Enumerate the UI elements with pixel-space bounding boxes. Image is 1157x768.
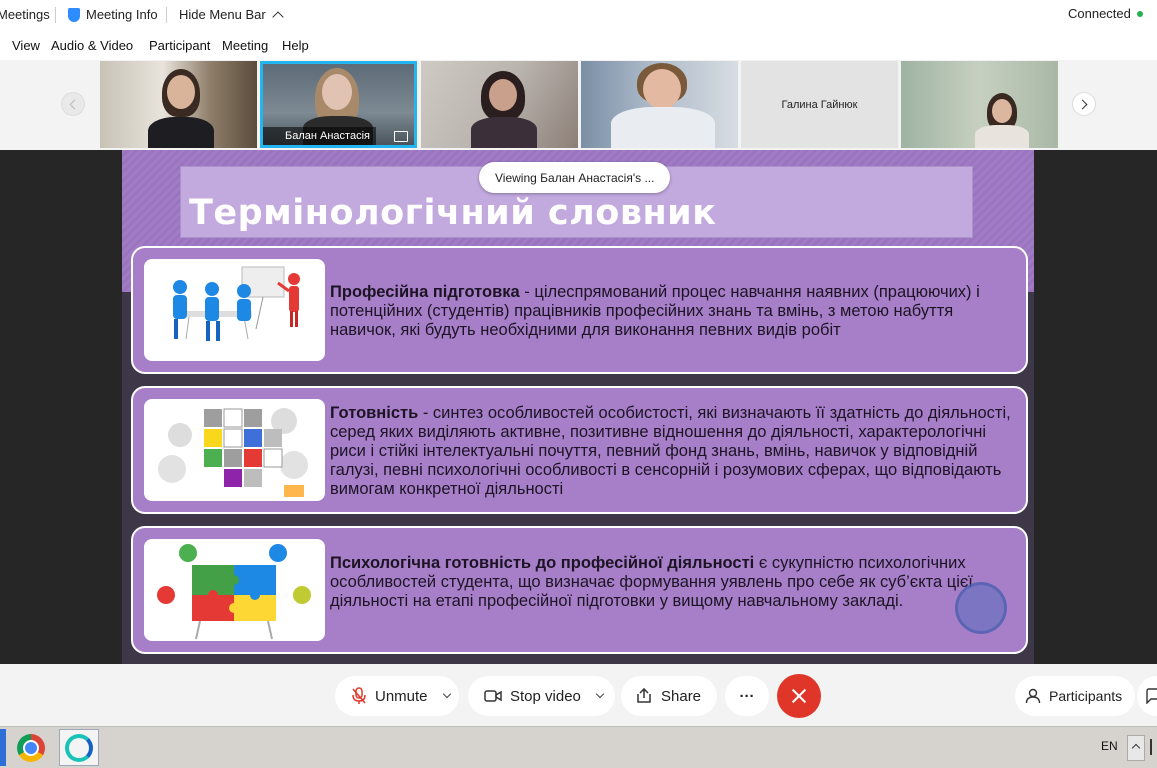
meetings-label: Meetings: [0, 7, 50, 22]
term-definition: Психологічна готовність до професійної д…: [330, 554, 1016, 611]
cube-illustration: [144, 399, 325, 501]
video-thumbnail-strip: Балан Анастасія Галина Гайнюк: [0, 60, 1157, 150]
viewing-share-pill[interactable]: Viewing Балан Анастасія's ...: [479, 162, 671, 193]
cursor-highlight-icon: [955, 582, 1007, 634]
term-text: - синтез особливостей особистості, які в…: [330, 404, 1011, 498]
chrome-icon: [17, 733, 45, 762]
term-definition: Професійна підготовка - цілеспрямований …: [330, 283, 1016, 340]
shared-screen-area: Термінологічний словник Viewing Балан Ан…: [0, 150, 1157, 664]
divider: [166, 7, 167, 23]
term-card: Готовність - синтез особливостей особист…: [131, 386, 1028, 514]
slide-title: Термінологічний словник: [189, 193, 717, 233]
connection-status-label: Connected: [1068, 6, 1131, 21]
status-dot-icon: [1136, 10, 1143, 17]
share-button[interactable]: Share: [621, 676, 717, 716]
chevron-up-icon: [272, 10, 284, 23]
participant-face: [489, 79, 517, 111]
tile-name-label: Балан Анастасія: [263, 127, 376, 145]
participant-body: [611, 107, 715, 148]
os-taskbar: EN: [0, 726, 1157, 768]
chevron-down-icon[interactable]: [442, 689, 451, 699]
more-options-label: ···: [739, 687, 755, 705]
participant-body: [471, 117, 537, 148]
menu-bar: View Audio & Video Participant Meeting H…: [0, 30, 1157, 60]
participant-video-tile[interactable]: Галина Гайнюк: [741, 61, 898, 148]
menu-view[interactable]: View: [12, 38, 40, 53]
stop-video-button[interactable]: Stop video: [468, 676, 615, 716]
menu-participant[interactable]: Participant: [149, 38, 210, 53]
menu-help[interactable]: Help: [282, 38, 309, 53]
presentation-slide: Термінологічний словник Viewing Балан Ан…: [122, 150, 1034, 664]
title-bar: Meetings Meeting Info Hide Menu Bar Conn…: [0, 0, 1157, 30]
puzzle-illustration: [144, 539, 325, 641]
participants-button[interactable]: Participants: [1015, 676, 1135, 716]
taskbar-zoom[interactable]: [59, 729, 99, 766]
puzzle-image: [157, 544, 311, 640]
participant-video-tile[interactable]: [100, 61, 257, 148]
training-illustration: [144, 259, 325, 361]
menu-audio-video[interactable]: Audio & Video: [51, 38, 133, 53]
divider: [55, 7, 56, 23]
term-card: Професійна підготовка - цілеспрямований …: [131, 246, 1028, 374]
unmute-button[interactable]: Unmute: [335, 676, 459, 716]
video-camera-icon: [484, 690, 502, 702]
participant-video-tile[interactable]: [421, 61, 578, 148]
meeting-controls-bar: Unmute Stop video Share ··· Participants: [0, 664, 1157, 726]
participants-icon: [1025, 688, 1041, 704]
input-language[interactable]: EN: [1101, 739, 1118, 753]
term-title: Психологічна готовність до професійної д…: [330, 554, 755, 572]
chevron-left-icon: [69, 99, 80, 109]
meeting-info-button[interactable]: Meeting Info: [68, 7, 158, 22]
taskbar-chrome[interactable]: [11, 729, 51, 766]
meetings-tab[interactable]: Meetings: [0, 7, 50, 22]
term-title: Професійна підготовка: [330, 283, 520, 301]
share-label: Share: [661, 687, 702, 705]
participant-body: [148, 117, 214, 148]
participant-face: [992, 99, 1012, 123]
hide-menu-bar-label: Hide Menu Bar: [179, 7, 266, 22]
more-options-button[interactable]: ···: [725, 676, 769, 716]
term-title: Готовність: [330, 404, 419, 422]
microphone-muted-icon: [352, 687, 366, 704]
participant-face: [643, 69, 681, 109]
participant-video-tile[interactable]: [581, 61, 738, 148]
speaker-icon[interactable]: [1150, 739, 1157, 755]
share-screen-icon: [637, 688, 651, 703]
chevron-right-icon: [1077, 99, 1088, 109]
chevron-down-icon[interactable]: [595, 689, 605, 699]
participant-face: [322, 74, 352, 110]
cube-image: [158, 408, 308, 497]
menu-meeting[interactable]: Meeting: [222, 38, 268, 53]
training-image: [173, 266, 300, 341]
next-page-button[interactable]: [1072, 92, 1096, 116]
chat-icon: [1146, 688, 1157, 704]
zoom-app-icon: [65, 733, 93, 762]
shield-icon: [68, 7, 80, 22]
term-definition: Готовність - синтез особливостей особист…: [330, 404, 1016, 499]
participant-face: [167, 75, 195, 109]
unmute-label: Unmute: [375, 687, 428, 705]
participants-label: Participants: [1049, 688, 1123, 704]
previous-page-button[interactable]: [61, 92, 85, 116]
stop-video-label: Stop video: [510, 687, 581, 705]
tray-expand-button[interactable]: [1127, 735, 1145, 761]
hide-menu-bar-button[interactable]: Hide Menu Bar: [179, 7, 284, 23]
chat-button[interactable]: [1137, 676, 1157, 716]
participant-body: [975, 125, 1029, 148]
term-card: Психологічна готовність до професійної д…: [131, 526, 1028, 654]
chevron-up-icon: [1131, 743, 1141, 753]
tile-name-label: Галина Гайнюк: [781, 98, 858, 111]
start-button[interactable]: [0, 729, 6, 766]
end-call-button[interactable]: [777, 674, 821, 718]
screen-share-icon: [394, 131, 408, 142]
connection-status: Connected: [1068, 6, 1143, 21]
meeting-info-label: Meeting Info: [86, 7, 158, 22]
participant-video-tile[interactable]: [901, 61, 1058, 148]
participant-video-tile-active[interactable]: Балан Анастасія: [260, 61, 417, 148]
